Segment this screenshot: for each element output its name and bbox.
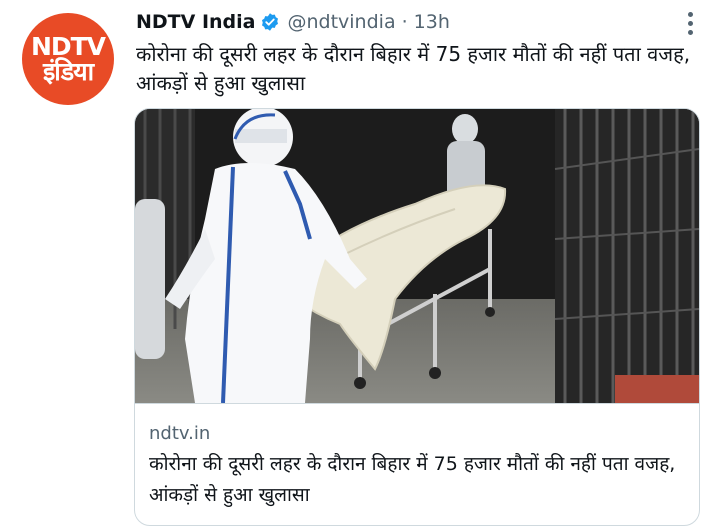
more-dot	[688, 12, 693, 17]
more-options-icon[interactable]	[688, 12, 694, 35]
separator-dot: ·	[401, 11, 408, 33]
card-title: कोरोना की दूसरी लहर के दौरान बिहार में 7…	[149, 453, 676, 506]
card-domain: ndtv.in	[149, 423, 211, 444]
more-dot	[688, 30, 693, 35]
link-card[interactable]: ndtv.in कोरोना की दूसरी लहर के दौरान बिह…	[134, 108, 700, 526]
tweet-header: NDTV India @ndtvindia · 13h	[136, 8, 680, 36]
more-dot	[688, 21, 693, 26]
display-name[interactable]: NDTV India	[136, 11, 255, 33]
tweet-text: कोरोना की दूसरी लहर के दौरान बिहार में 7…	[136, 42, 691, 95]
verified-badge-icon	[260, 12, 280, 32]
avatar-logo-text: NDTV इंडिया	[30, 32, 106, 86]
tweet-timestamp[interactable]: 13h	[414, 11, 450, 33]
card-image[interactable]	[135, 109, 699, 404]
user-handle[interactable]: @ndtvindia	[287, 11, 395, 33]
avatar[interactable]: NDTV इंडिया	[22, 13, 114, 105]
